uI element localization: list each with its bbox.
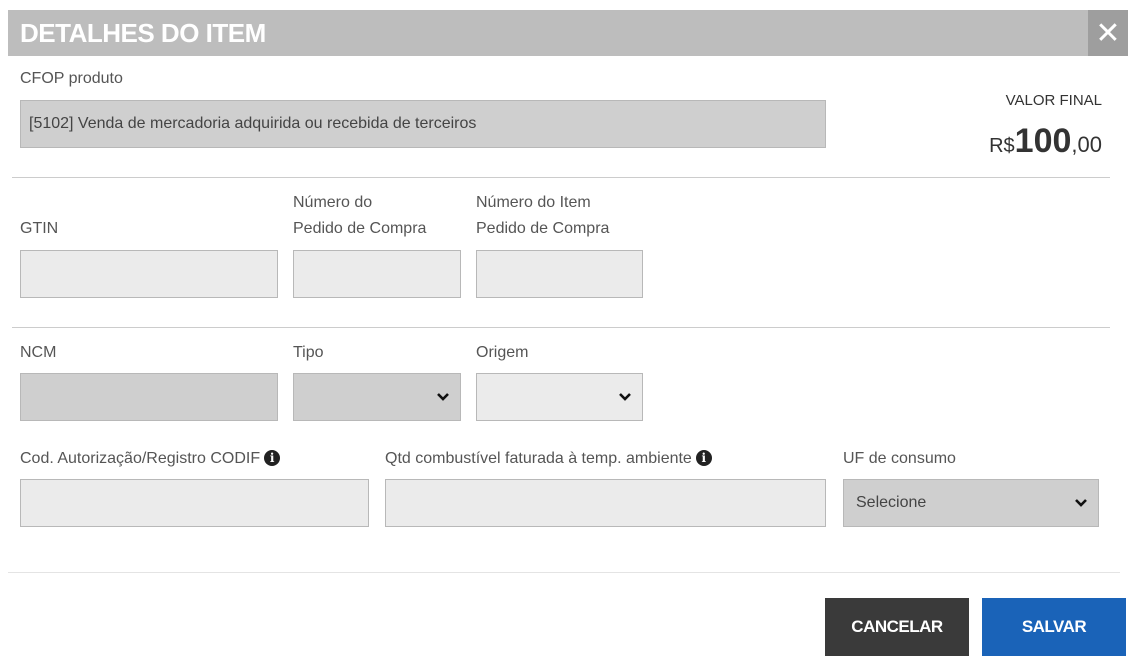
- qtd-combustivel-label: Qtd combustível faturada à temp. ambient…: [385, 448, 712, 470]
- chevron-down-icon: [437, 393, 449, 401]
- numero-item-label-1: Número do Item: [476, 194, 591, 211]
- footer-divider: [8, 572, 1120, 573]
- uf-consumo-select[interactable]: Selecione: [843, 479, 1099, 527]
- divider: [12, 327, 1110, 328]
- cfop-value: [5102] Venda de mercadoria adquirida ou …: [29, 115, 477, 132]
- ncm-input[interactable]: [20, 373, 278, 421]
- qtd-combustivel-input[interactable]: [385, 479, 826, 527]
- origem-select[interactable]: [476, 373, 643, 421]
- save-button[interactable]: SALVAR: [982, 598, 1126, 656]
- numero-pedido-input[interactable]: [293, 250, 461, 298]
- qtd-combustivel-label-text: Qtd combustível faturada à temp. ambient…: [385, 450, 692, 467]
- origem-label: Origem: [476, 344, 529, 361]
- gtin-label: GTIN: [20, 220, 59, 237]
- tipo-label: Tipo: [293, 344, 324, 361]
- uf-consumo-value: Selecione: [856, 494, 927, 511]
- numero-item-label-2: Pedido de Compra: [476, 220, 610, 237]
- info-circle-icon[interactable]: i: [264, 450, 281, 466]
- valor-decimals: ,00: [1071, 132, 1102, 157]
- divider: [12, 177, 1110, 178]
- modal-title: DETALHES DO ITEM: [20, 18, 266, 48]
- chevron-down-icon: [1075, 499, 1087, 507]
- modal-header: DETALHES DO ITEM ✕: [8, 10, 1128, 56]
- valor-currency: R$: [989, 135, 1015, 157]
- gtin-input[interactable]: [20, 250, 278, 298]
- valor-final-label: VALOR FINAL: [1005, 92, 1102, 109]
- numero-item-input[interactable]: [476, 250, 643, 298]
- codif-input[interactable]: [20, 479, 369, 527]
- valor-integer: 100: [1014, 122, 1072, 160]
- uf-consumo-label: UF de consumo: [843, 450, 956, 467]
- chevron-down-icon: [619, 393, 631, 401]
- close-icon[interactable]: ✕: [1088, 10, 1128, 56]
- tipo-select[interactable]: [293, 373, 461, 421]
- numero-pedido-label-1: Número do: [293, 194, 373, 211]
- info-circle-icon[interactable]: i: [695, 450, 712, 466]
- cancel-button[interactable]: CANCELAR: [825, 598, 969, 656]
- valor-final-amount: R$100,00: [989, 122, 1102, 161]
- codif-label: Cod. Autorização/Registro CODIF i: [20, 448, 281, 470]
- codif-label-text: Cod. Autorização/Registro CODIF: [20, 450, 261, 467]
- cfop-label: CFOP produto: [20, 70, 123, 87]
- cfop-field[interactable]: [5102] Venda de mercadoria adquirida ou …: [20, 100, 826, 148]
- numero-pedido-label-2: Pedido de Compra: [293, 220, 427, 237]
- ncm-label: NCM: [20, 344, 57, 361]
